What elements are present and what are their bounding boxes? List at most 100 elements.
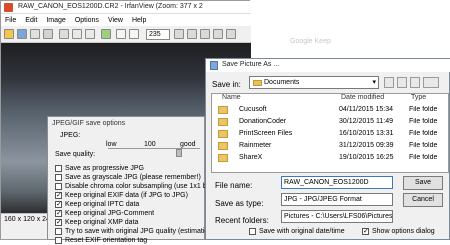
save-in-combo[interactable]: Documents ▾	[249, 76, 379, 89]
file-row[interactable]: Rainmeter 31/12/2015 09:39 File folder	[213, 141, 445, 152]
save-as-dialog: Save Picture As ... Save in: Documents ▾…	[205, 58, 450, 240]
checkbox-box: ✓	[362, 228, 369, 235]
show-options-checkbox[interactable]: ✓ Show options dialog	[362, 228, 435, 235]
file-name: Rainmeter	[239, 142, 272, 149]
folder-icon	[218, 106, 228, 114]
jpeg-option-checkbox[interactable]: Save as progressive JPG	[55, 164, 144, 173]
save-in-value: Documents	[264, 79, 300, 86]
chevron-down-icon: ▾	[372, 79, 376, 86]
print-icon[interactable]	[226, 29, 236, 39]
jpeg-options-dialog: JPEG/GIF save options JPEG: low 100 good…	[47, 116, 225, 244]
next-image-icon[interactable]	[200, 29, 210, 39]
back-arrow-icon[interactable]	[384, 77, 394, 88]
zoom-fit-icon[interactable]	[174, 29, 184, 39]
folder-icon	[253, 80, 262, 86]
dialog-title: Save Picture As ...	[222, 61, 280, 68]
jpeg-option-checkbox[interactable]: ✓ Keep original XMP data	[55, 218, 138, 227]
folder-icon	[218, 154, 228, 162]
quality-slider-track[interactable]	[108, 140, 200, 149]
slideshow-icon[interactable]	[213, 29, 223, 39]
checkbox-box: ✓	[55, 192, 62, 199]
zoom-in-icon[interactable]	[116, 29, 126, 39]
paste-icon[interactable]	[85, 29, 95, 39]
file-row[interactable]: DonationCoder 30/12/2015 11:49 File folder	[213, 117, 445, 128]
info-icon[interactable]	[30, 29, 40, 39]
checkbox-box: ✓	[55, 201, 62, 208]
view-menu-icon[interactable]	[423, 77, 439, 88]
zoom-combo[interactable]: 235	[146, 29, 170, 40]
checkbox-box	[249, 228, 256, 235]
file-type: File folder	[409, 154, 437, 161]
jpeg-option-checkbox[interactable]: ✓ Keep original IPTC data	[55, 200, 139, 209]
jpeg-option-label: Keep original IPTC data	[65, 201, 140, 208]
checkbox-box	[55, 228, 62, 235]
dialog-title: JPEG/GIF save options	[52, 120, 126, 127]
new-folder-icon[interactable]	[410, 77, 420, 88]
cancel-button[interactable]: Cancel	[403, 193, 443, 207]
column-header-name[interactable]: Name	[222, 94, 241, 101]
jpeg-option-checkbox[interactable]: Save as grayscale JPG (please remember!)	[55, 173, 201, 182]
up-folder-icon[interactable]	[397, 77, 407, 88]
file-date: 19/10/2015 16:25	[339, 154, 394, 161]
open-folder-icon[interactable]	[4, 29, 14, 39]
title-bar[interactable]: RAW_CANON_EOS1200D.CR2 - IrfanView (Zoom…	[1, 1, 251, 14]
menu-view[interactable]: View	[108, 17, 123, 24]
jpeg-label: JPEG:	[60, 132, 81, 139]
jpeg-option-label: Keep original EXIF data (if JPG to JPG)	[65, 192, 188, 199]
jpeg-option-checkbox[interactable]: Try to save with original JPG quality (e…	[55, 227, 215, 236]
jpeg-option-checkbox[interactable]: Disable chroma color subsampling (use 1x…	[55, 182, 225, 191]
menu-help[interactable]: Help	[132, 17, 146, 24]
menu-edit[interactable]: Edit	[25, 17, 37, 24]
checkbox-box: ✓	[55, 210, 62, 217]
file-row[interactable]: PrintScreen Files 16/10/2015 13:31 File fo…	[213, 129, 445, 140]
jpeg-option-label: Disable chroma color subsampling (use 1x…	[65, 183, 225, 190]
checkbox-box	[55, 183, 62, 190]
file-type: File folder	[409, 106, 437, 113]
menu-options[interactable]: Options	[75, 17, 99, 24]
title-bar[interactable]: Save Picture As ...	[206, 59, 450, 72]
save-type-select[interactable]: JPG - JPG/JPEG Format	[281, 193, 393, 206]
menu-bar: File Edit Image Options View Help	[1, 14, 251, 26]
quality-slider-thumb[interactable]	[176, 149, 182, 157]
file-name: PrintScreen Files	[239, 130, 293, 137]
save-dialog-icon	[210, 61, 218, 70]
jpeg-option-checkbox[interactable]: ✓ Keep original EXIF data (if JPG to JPG)	[55, 191, 188, 200]
file-row[interactable]: ShareX 19/10/2015 16:25 File folder	[213, 153, 445, 164]
file-date: 31/12/2015 09:39	[339, 142, 394, 149]
cut-icon[interactable]	[59, 29, 69, 39]
file-name-label: File name:	[215, 181, 253, 190]
delete-icon[interactable]	[43, 29, 53, 39]
keep-date-label: Save with original date/time	[259, 228, 345, 235]
jpeg-option-label: Try to save with original JPG quality (e…	[65, 228, 215, 235]
menu-file[interactable]: File	[5, 17, 16, 24]
undo-icon[interactable]	[101, 29, 111, 39]
file-name-input[interactable]: RAW_CANON_EOS1200D	[281, 176, 393, 189]
folder-icon	[218, 130, 228, 138]
file-type: File folder	[409, 142, 437, 149]
file-name: ShareX	[239, 154, 263, 161]
folder-icon	[218, 118, 228, 126]
jpeg-option-label: Keep original XMP data	[65, 219, 139, 226]
checkbox-box: ✓	[55, 219, 62, 226]
save-icon[interactable]	[17, 29, 27, 39]
save-button[interactable]: Save	[403, 176, 443, 190]
save-in-label: Save in:	[212, 80, 241, 89]
jpeg-option-checkbox[interactable]: ✓ Keep original JPG-Comment	[55, 209, 154, 218]
keep-date-checkbox[interactable]: Save with original date/time	[249, 228, 345, 235]
file-row[interactable]: Cucusoft 04/11/2015 15:34 File folder	[213, 105, 445, 116]
background-ghost-text: Google Keep	[290, 38, 331, 45]
file-date: 30/12/2015 11:49	[339, 118, 393, 125]
checkbox-box	[55, 237, 62, 244]
menu-image[interactable]: Image	[46, 17, 65, 24]
copy-icon[interactable]	[72, 29, 82, 39]
jpeg-option-checkbox[interactable]: Reset EXIF orientation tag	[55, 236, 147, 245]
jpeg-option-label: Keep original JPG-Comment	[65, 210, 155, 217]
previous-image-icon[interactable]	[187, 29, 197, 39]
window-title: RAW_CANON_EOS1200D.CR2 - IrfanView (Zoom…	[18, 3, 203, 10]
zoom-out-icon[interactable]	[129, 29, 139, 39]
recent-folders-select[interactable]: Pictures - C:\Users\LFS06\Pictures\	[281, 210, 393, 223]
column-header-type[interactable]: Type	[411, 94, 426, 101]
checkbox-box	[55, 174, 62, 181]
column-header-date[interactable]: Date modified	[341, 94, 384, 101]
show-options-label: Show options dialog	[372, 228, 435, 235]
